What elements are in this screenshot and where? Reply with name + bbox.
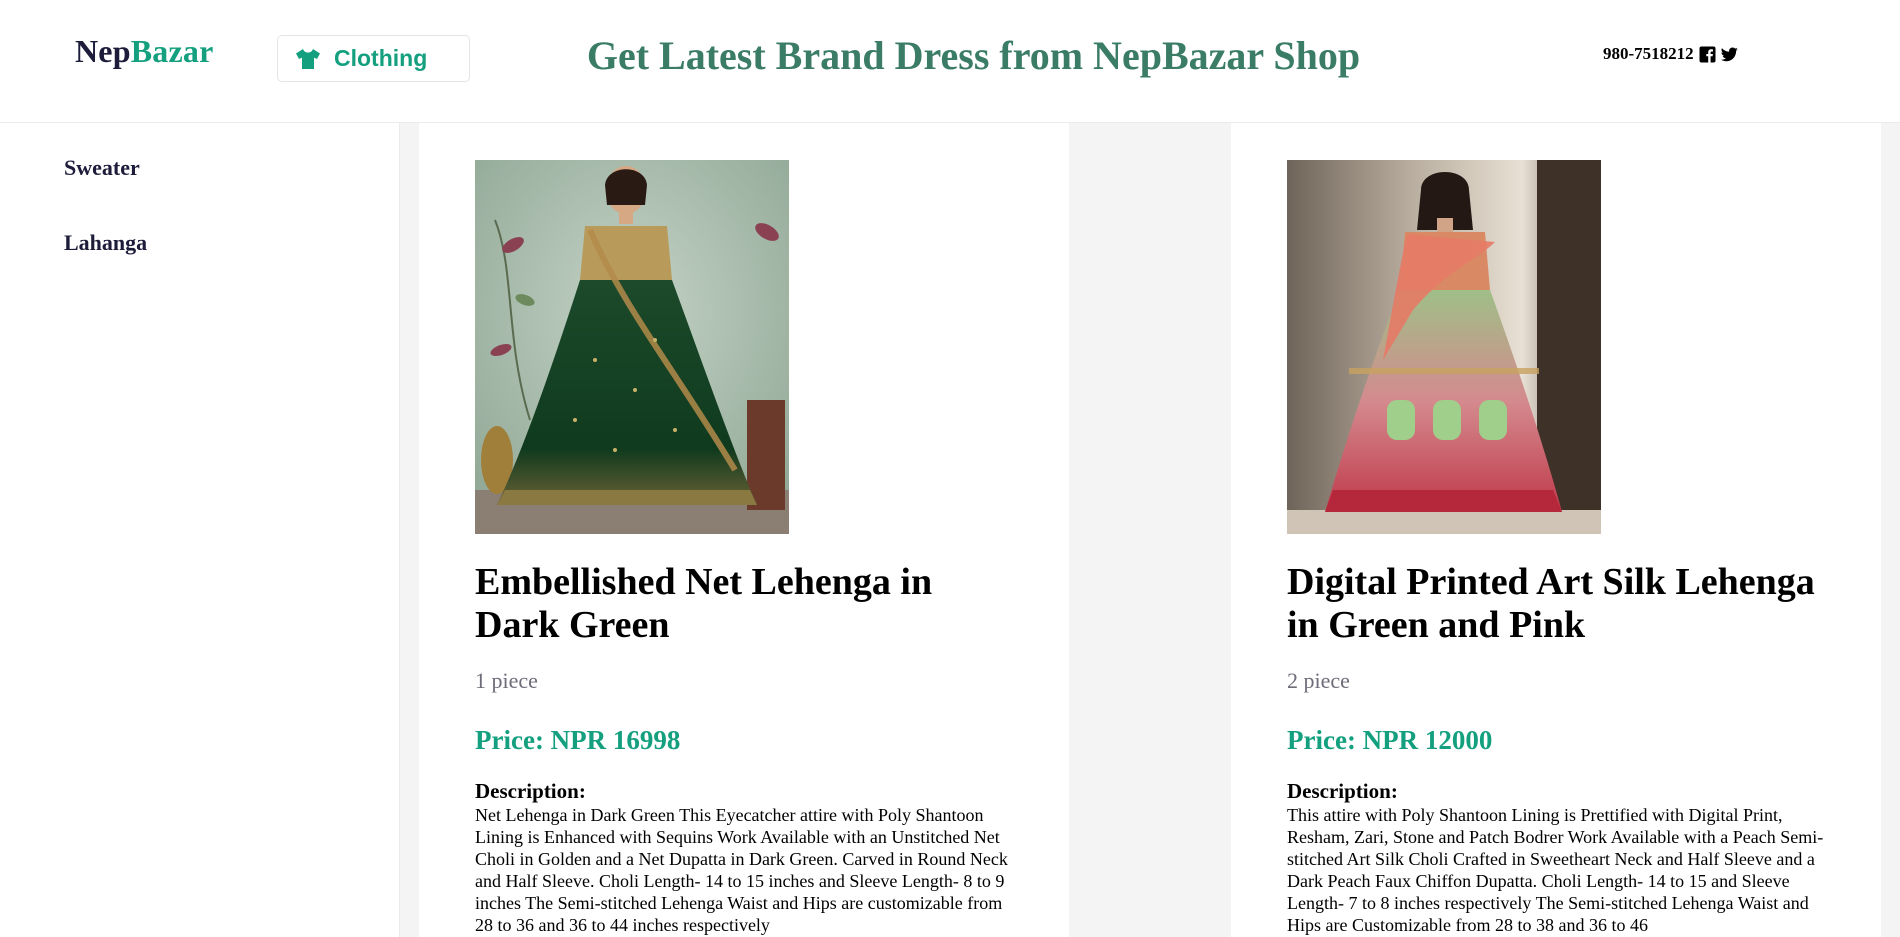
product-price: Price: NPR 12000 [1287,725,1493,755]
piece-count: 1 piece [475,668,538,693]
product-title-line: in Green and Pink [1287,604,1586,646]
product-description: Net Lehenga in Dark Green This Eyecatche… [475,805,1008,935]
category-sidebar: Sweater Lahanga [0,123,400,937]
product-title-line: Digital Printed Art Silk Lehenga [1287,561,1815,603]
sidebar-item-lahanga[interactable]: Lahanga [64,230,147,256]
facebook-icon[interactable] [1699,46,1716,63]
top-header: NepBazar Clothing Get Latest Brand Dress… [0,0,1900,123]
product-price: Price: NPR 16998 [475,725,681,755]
piece-count: 2 piece [1287,668,1350,693]
product-description: This attire with Poly Shantoon Lining is… [1287,805,1824,935]
twitter-icon[interactable] [1720,46,1738,63]
product-title-line: Dark Green [475,604,670,646]
product-card: Embellished Net Lehenga in Dark Green 1 … [419,123,1069,937]
product-title-line: Embellished Net Lehenga in [475,561,933,603]
contact-info: 980-7518212 [1603,44,1738,64]
product-title[interactable]: Embellished Net Lehenga in Dark Green [475,561,1015,647]
product-title[interactable]: Digital Printed Art Silk Lehenga in Gree… [1287,561,1827,647]
description-heading: Description: [1287,779,1398,803]
sidebar-item-sweater[interactable]: Sweater [64,155,140,181]
product-card: Digital Printed Art Silk Lehenga in Gree… [1231,123,1881,937]
phone-number: 980-7518212 [1603,44,1694,63]
product-image[interactable] [1287,160,1601,534]
description-heading: Description: [475,779,586,803]
product-image[interactable] [475,160,789,534]
